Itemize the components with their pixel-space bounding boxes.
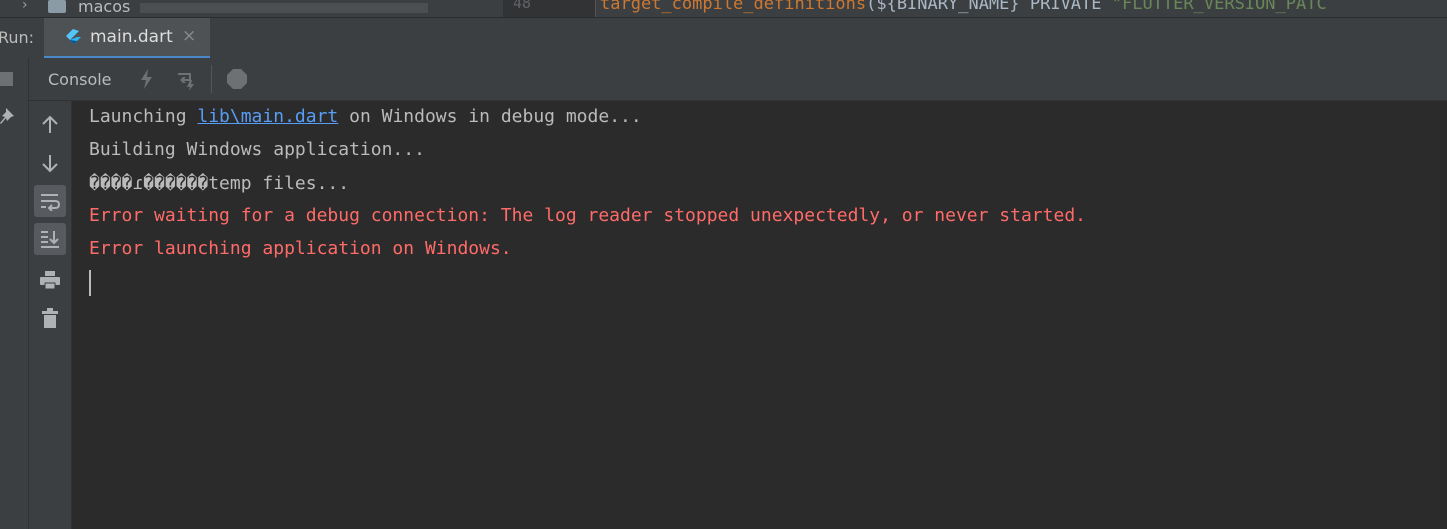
close-icon[interactable]: × <box>182 26 196 46</box>
soft-wrap-icon <box>41 194 61 211</box>
console-line-error-debug-connection: Error waiting for a debug connection: Th… <box>89 205 1086 226</box>
console-side-toolbar <box>29 101 72 529</box>
tab-label: main.dart <box>90 27 173 47</box>
console-line-launching: Launching lib\main.dart on Windows in de… <box>89 106 642 127</box>
code-keyword: target_compile_definitions <box>600 0 867 14</box>
console-tab-label[interactable]: Console <box>48 70 112 89</box>
console-text: on Windows in debug mode... <box>338 106 642 127</box>
clear-all-button[interactable] <box>34 302 66 334</box>
run-label: Run: <box>0 28 35 47</box>
console-line-building: Building Windows application... <box>89 139 425 160</box>
file-link[interactable]: lib\main.dart <box>197 106 338 127</box>
project-tree-folder-name: macos <box>78 0 131 16</box>
console-output[interactable]: Launching lib\main.dart on Windows in de… <box>72 101 1447 529</box>
scroll-to-end-icon <box>41 231 59 248</box>
chevron-right-icon[interactable]: › <box>22 0 28 13</box>
console-line-temp-files: ����ɾ������temp files... <box>89 173 350 194</box>
dart-file-icon <box>66 29 81 44</box>
hot-reload-icon[interactable] <box>135 67 159 91</box>
editor-gutter: 48 <box>503 0 596 17</box>
pin-icon[interactable] <box>0 106 17 126</box>
print-icon <box>40 271 60 290</box>
run-tab-bar: Run: main.dart × <box>0 17 1447 60</box>
project-tree-row-macos[interactable]: › macos <box>0 0 430 17</box>
text-caret <box>89 270 91 296</box>
top-strip: › macos 48 target_compile_definitions(${… <box>0 0 1447 17</box>
stop-square-icon[interactable] <box>0 72 13 86</box>
tab-main-dart[interactable]: main.dart × <box>44 18 210 59</box>
scroll-to-end-button[interactable] <box>34 223 66 255</box>
toolbar-separator <box>211 65 212 93</box>
folder-icon <box>48 0 66 13</box>
arrow-down-icon <box>42 155 58 173</box>
trash-icon <box>42 308 58 328</box>
up-button[interactable] <box>34 109 66 141</box>
tree-selection-highlight <box>140 3 428 13</box>
editor-code-line[interactable]: target_compile_definitions(${BINARY_NAME… <box>600 0 1327 14</box>
code-args: (${BINARY_NAME} PRIVATE <box>866 0 1112 14</box>
soft-wrap-button[interactable] <box>34 185 66 217</box>
arrow-up-icon <box>42 115 58 133</box>
console-text: Launching <box>89 106 198 127</box>
hot-restart-icon[interactable] <box>174 67 198 91</box>
console-toolbar: Console <box>29 58 1447 101</box>
line-number: 48 <box>513 0 532 12</box>
stop-icon[interactable] <box>225 67 249 91</box>
left-edge-toolbar <box>0 58 29 529</box>
down-button[interactable] <box>34 147 66 179</box>
print-button[interactable] <box>34 264 66 296</box>
code-string: "FLUTTER_VERSION_PATC <box>1111 0 1327 14</box>
console-line-error-launching: Error launching application on Windows. <box>89 238 512 259</box>
